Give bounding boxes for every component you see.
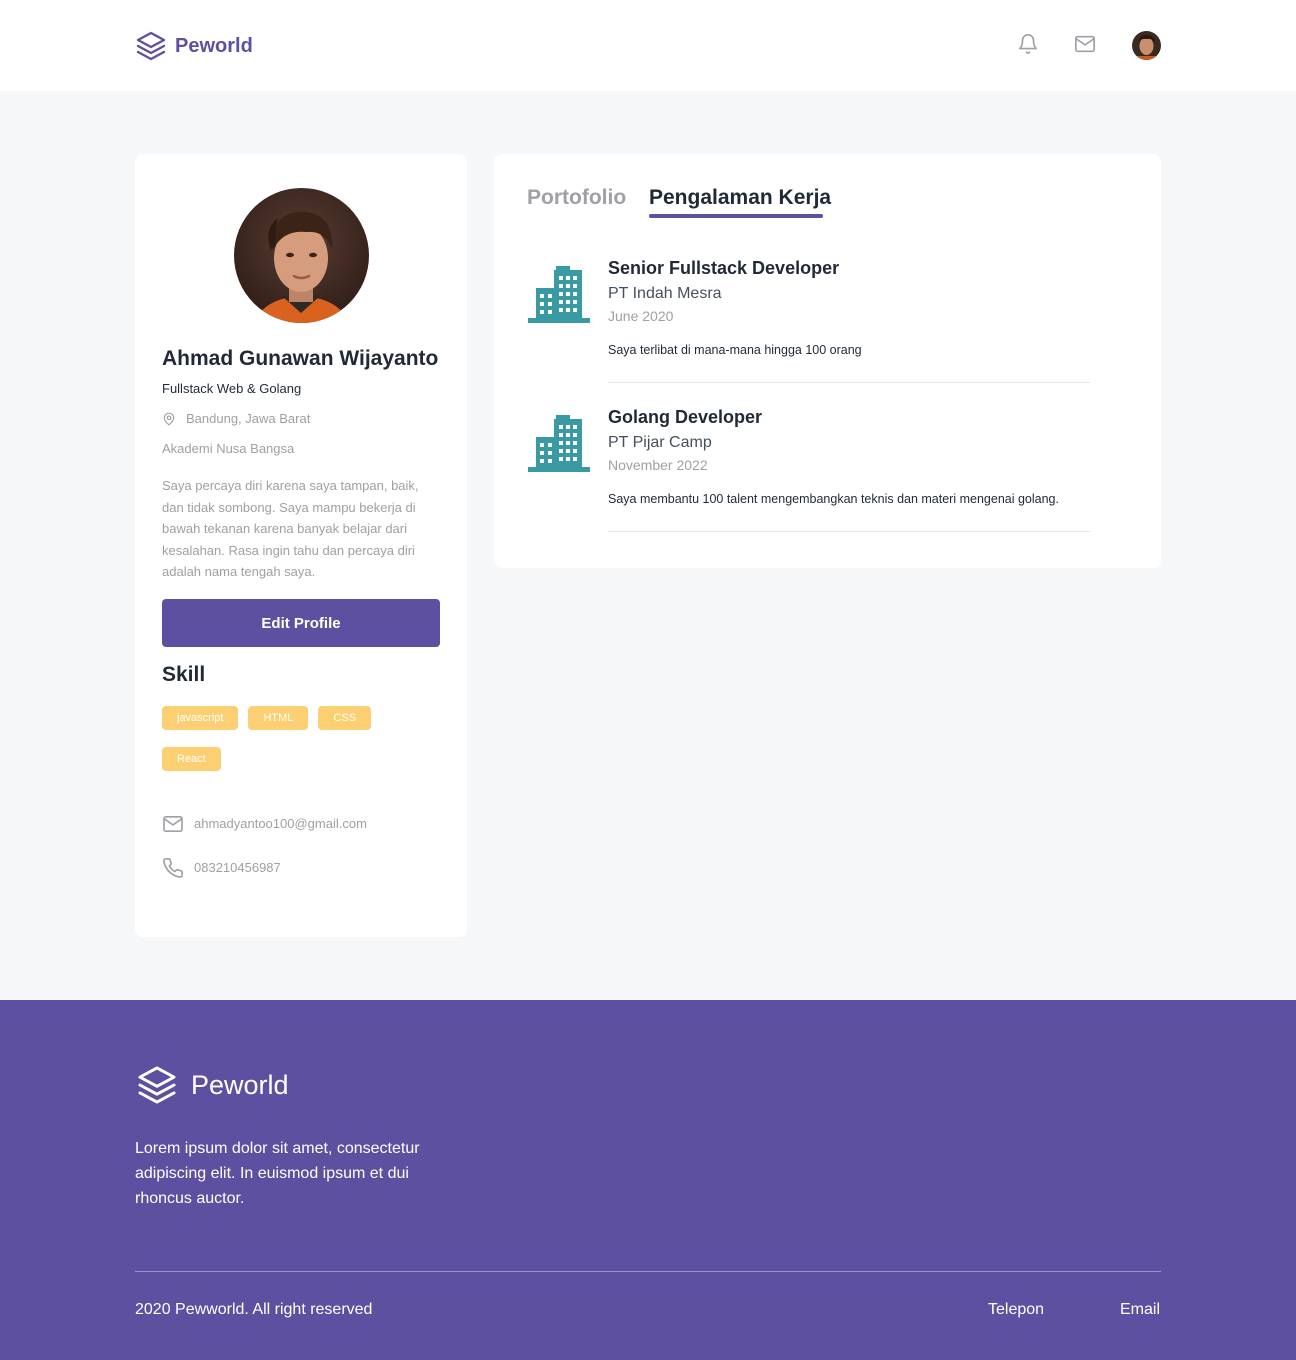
skill-title: Skill: [162, 663, 206, 686]
edit-profile-button[interactable]: Edit Profile: [162, 599, 440, 647]
building-icon: [528, 415, 590, 472]
experience-description: Saya membantu 100 talent mengembangkan t…: [608, 492, 1059, 506]
footer: Peworld Lorem ipsum dolor sit amet, cons…: [0, 1000, 1296, 1360]
footer-brand-name: Peworld: [191, 1070, 289, 1100]
experience-position: Senior Fullstack Developer: [608, 258, 840, 278]
experience-card: Portofolio Pengalaman Kerja Senior Fulls…: [494, 154, 1161, 568]
footer-divider: [135, 1271, 1161, 1272]
user-avatar[interactable]: [1132, 31, 1161, 60]
footer-description: Lorem ipsum dolor sit amet, consectetur …: [135, 1140, 420, 1207]
layers-logo-icon: [136, 31, 166, 61]
contact-phone[interactable]: 083210456987: [162, 857, 281, 879]
brand-name: Peworld: [175, 35, 253, 57]
profile-photo: [234, 188, 369, 323]
navbar: Peworld: [0, 0, 1296, 91]
profile-company: Akademi Nusa Bangsa: [162, 441, 295, 456]
experience-item: Golang Developer PT Pijar Camp November …: [528, 403, 1094, 533]
experience-date: June 2020: [608, 308, 674, 324]
mail-icon: [163, 815, 183, 833]
footer-copyright: 2020 Pewworld. All right reserved: [135, 1301, 373, 1318]
phone-icon: [163, 858, 183, 878]
footer-link-phone[interactable]: Telepon: [988, 1300, 1044, 1320]
experience-company: PT Indah Mesra: [608, 285, 722, 302]
layers-logo-icon: [138, 1066, 176, 1104]
active-tab-indicator: [649, 214, 823, 218]
experience-position: Golang Developer: [608, 407, 763, 427]
skill-tag-list: javascript HTML CSS React: [162, 706, 422, 771]
experience-company: PT Pijar Camp: [608, 434, 712, 451]
profile-card: Ahmad Gunawan Wijayanto Fullstack Web & …: [135, 154, 467, 937]
tab-portfolio[interactable]: Portofolio: [527, 184, 626, 212]
contact-email-text: ahmadyantoo100@gmail.com: [194, 816, 367, 831]
experience-date: November 2022: [608, 457, 708, 473]
profile-bio: Saya percaya diri karena saya tampan, ba…: [162, 478, 419, 579]
profile-job-title: Fullstack Web & Golang: [162, 381, 302, 396]
map-pin-icon: [163, 412, 175, 426]
experience-divider: [608, 531, 1090, 532]
brand-logo-link[interactable]: Peworld: [135, 30, 253, 62]
bell-icon[interactable]: [1016, 32, 1040, 56]
tab-work-experience[interactable]: Pengalaman Kerja: [649, 184, 831, 212]
footer-link-email[interactable]: Email: [1120, 1300, 1160, 1320]
skill-tag[interactable]: React: [162, 747, 221, 771]
building-icon: [528, 266, 590, 323]
experience-description: Saya terlibat di mana-mana hingga 100 or…: [608, 343, 862, 357]
skill-tag[interactable]: CSS: [318, 706, 372, 730]
contact-email[interactable]: ahmadyantoo100@gmail.com: [162, 815, 367, 833]
experience-item: Senior Fullstack Developer PT Indah Mesr…: [528, 254, 1094, 384]
profile-location-text: Bandung, Jawa Barat: [186, 411, 311, 426]
profile-name: Ahmad Gunawan Wijayanto: [162, 347, 439, 370]
mail-icon[interactable]: [1073, 32, 1097, 56]
skill-tag[interactable]: HTML: [248, 706, 309, 730]
skill-tag[interactable]: javascript: [162, 706, 239, 730]
experience-divider: [608, 382, 1090, 383]
profile-location: Bandung, Jawa Barat: [162, 411, 310, 427]
contact-phone-text: 083210456987: [194, 860, 281, 875]
footer-brand: Peworld: [135, 1064, 289, 1106]
